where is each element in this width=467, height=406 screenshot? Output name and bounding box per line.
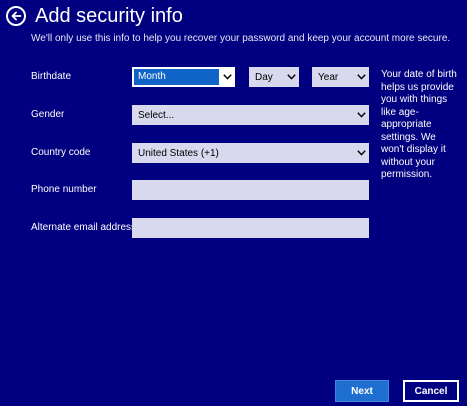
phone-number-label: Phone number <box>31 184 97 195</box>
back-arrow-icon <box>11 11 22 21</box>
phone-number-input[interactable] <box>132 180 369 200</box>
birth-month-value: Month <box>134 69 219 85</box>
gender-label: Gender <box>31 109 65 120</box>
back-button[interactable] <box>6 6 26 26</box>
birth-month-select[interactable]: Month <box>132 67 235 87</box>
chevron-down-icon <box>353 105 369 125</box>
birth-year-select[interactable]: Year <box>312 67 369 87</box>
birth-day-value: Day <box>255 71 273 83</box>
chevron-down-icon <box>353 143 369 163</box>
birthdate-label: Birthdate <box>31 71 72 82</box>
gender-select[interactable]: Select... <box>132 105 369 125</box>
next-button[interactable]: Next <box>335 380 389 402</box>
header: Add security info <box>6 3 183 29</box>
birth-day-select[interactable]: Day <box>249 67 299 87</box>
chevron-down-icon <box>219 67 235 87</box>
security-info-page: Add security info We'll only use this in… <box>0 0 467 406</box>
cancel-button[interactable]: Cancel <box>403 380 459 402</box>
chevron-down-icon <box>283 67 299 87</box>
page-title: Add security info <box>35 5 183 27</box>
country-code-value: United States (+1) <box>138 147 219 159</box>
chevron-down-icon <box>353 67 369 87</box>
alternate-email-label: Alternate email address <box>31 222 137 233</box>
birthdate-help-text: Your date of birth helps us provide you … <box>381 69 457 180</box>
country-code-select[interactable]: United States (+1) <box>132 143 369 163</box>
gender-value: Select... <box>138 109 175 121</box>
birth-year-value: Year <box>318 71 339 83</box>
page-subtitle: We'll only use this info to help you rec… <box>31 33 451 44</box>
alternate-email-input[interactable] <box>132 218 369 238</box>
country-code-label: Country code <box>31 147 91 158</box>
